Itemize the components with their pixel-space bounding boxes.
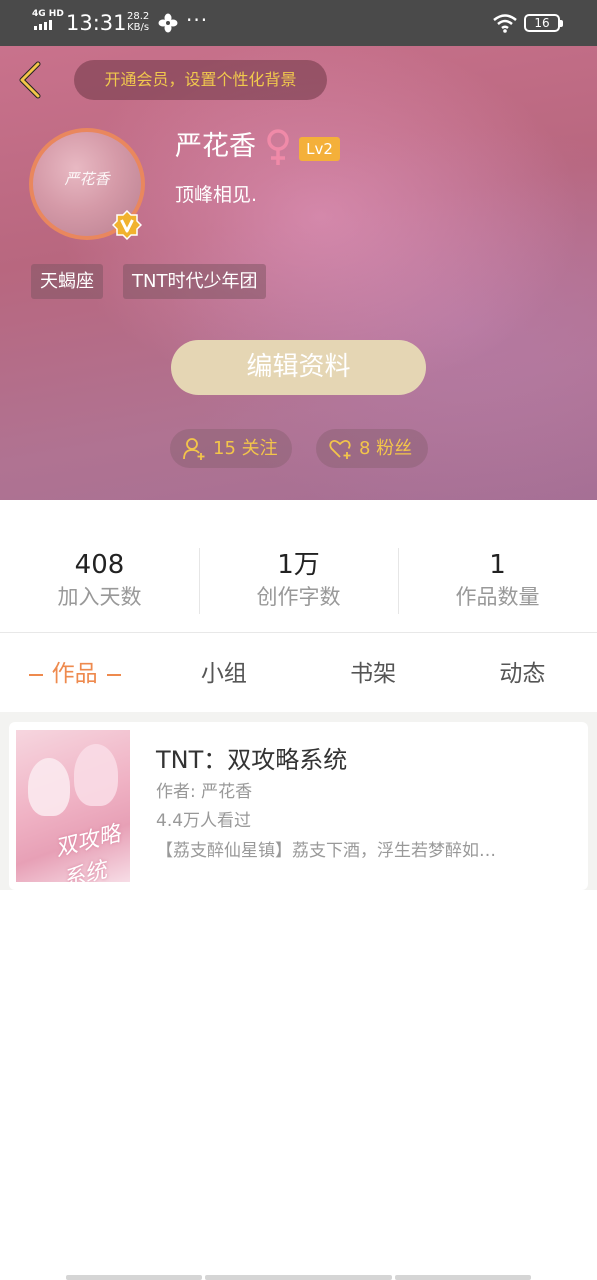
- profile-header: 开通会员，设置个性化背景 严花香 严花香 Lv2 顶峰相见. 天蝎座 TNT时代…: [0, 46, 597, 500]
- stat-works-count: 1 作品数量: [398, 548, 597, 616]
- stat-label: 加入天数: [57, 585, 142, 609]
- vip-banner[interactable]: 开通会员，设置个性化背景: [74, 60, 327, 100]
- work-card[interactable]: 双攻略系统 TNT：双攻略系统 作者: 严花香 4.4万人看过 【荔支醉仙星镇】…: [9, 722, 588, 890]
- profile-tabs: 作品 小组 书架 动态: [0, 652, 597, 697]
- stat-label: 创作字数: [256, 585, 341, 609]
- avatar-art-text: 严花香: [64, 170, 110, 188]
- work-author: 作者: 严花香: [156, 782, 253, 802]
- work-description: 【荔支醉仙星镇】荔支下酒，浮生若梦醉如…: [156, 841, 496, 861]
- stat-value: 408: [74, 550, 125, 580]
- network-type: 4G HD: [32, 9, 64, 19]
- user-add-icon: [183, 437, 205, 460]
- nav-hint-left: [66, 1275, 202, 1280]
- tag-fandom[interactable]: TNT时代少年团: [123, 264, 267, 299]
- tab-groups[interactable]: 小组: [149, 652, 298, 697]
- stat-days-joined: 408 加入天数: [0, 548, 199, 616]
- stat-value: 1: [489, 550, 506, 580]
- signal-icon: [34, 20, 52, 30]
- following-count: 15 关注: [213, 438, 278, 459]
- tab-works[interactable]: 作品: [0, 652, 149, 697]
- tab-bookshelf[interactable]: 书架: [299, 652, 448, 697]
- fans-count: 8 粉丝: [359, 438, 413, 459]
- stat-word-count: 1万 创作字数: [199, 548, 398, 616]
- divider: [0, 632, 597, 633]
- stats-row: 408 加入天数 1万 创作字数 1 作品数量: [0, 548, 597, 616]
- heart-add-icon: [329, 439, 351, 459]
- battery-icon: 16: [524, 14, 563, 32]
- work-views: 4.4万人看过: [156, 811, 252, 831]
- edit-profile-button[interactable]: 编辑资料: [171, 340, 426, 395]
- verified-badge-icon: [112, 210, 142, 240]
- network-speed: 28.2 KB/s: [127, 11, 149, 33]
- more-indicator: ···: [186, 8, 209, 32]
- stat-value: 1万: [277, 550, 320, 580]
- network-speed-unit: KB/s: [127, 22, 150, 33]
- female-icon: [267, 129, 289, 165]
- user-bio: 顶峰相见.: [175, 184, 258, 206]
- following-button[interactable]: 15 关注: [170, 429, 292, 468]
- back-icon[interactable]: [14, 60, 48, 100]
- clock: 13:31: [66, 11, 127, 35]
- status-bar: 4G HD 13:31 28.2 KB/s ··· 16: [0, 0, 597, 46]
- network-speed-value: 28.2: [127, 11, 150, 22]
- tag-constellation[interactable]: 天蝎座: [31, 264, 103, 299]
- work-title[interactable]: TNT：双攻略系统: [156, 744, 347, 776]
- cover-art-text: 双攻略系统: [52, 821, 123, 882]
- stat-label: 作品数量: [455, 585, 540, 609]
- level-badge: Lv2: [299, 137, 340, 161]
- wifi-icon: [493, 14, 517, 33]
- tab-activity[interactable]: 动态: [448, 652, 597, 697]
- user-name: 严花香: [175, 131, 256, 162]
- nav-hint-right: [395, 1275, 531, 1280]
- work-cover-image[interactable]: 双攻略系统: [16, 730, 130, 882]
- fans-button[interactable]: 8 粉丝: [316, 429, 428, 468]
- fan-icon: [158, 13, 178, 33]
- nav-hint-center: [205, 1275, 392, 1280]
